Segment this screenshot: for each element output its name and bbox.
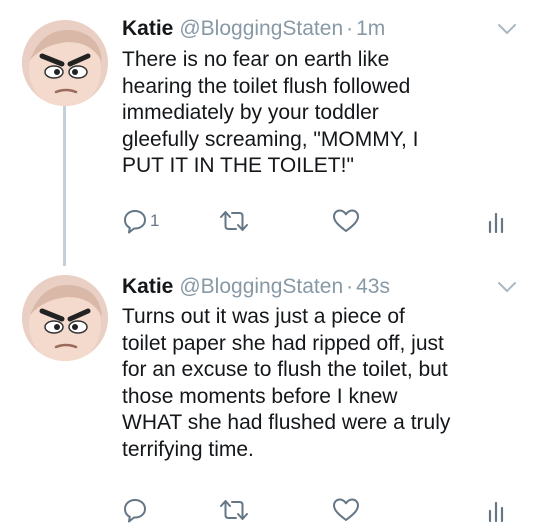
- tweet[interactable]: Katie @BloggingStaten · 1m There is no fear…: [0, 0, 540, 260]
- reply-count: 1: [150, 211, 160, 230]
- avatar[interactable]: [22, 20, 108, 106]
- analytics-button[interactable]: [486, 206, 508, 236]
- analytics-icon: [488, 501, 504, 523]
- author-name[interactable]: Katie: [122, 275, 173, 298]
- timestamp[interactable]: 1m: [356, 17, 385, 40]
- like-button[interactable]: [332, 206, 360, 236]
- avatar-image: [22, 275, 108, 361]
- tweet[interactable]: Katie @BloggingStaten · 43s Turns out it wa…: [0, 260, 540, 532]
- retweet-button[interactable]: [218, 495, 250, 525]
- author-handle[interactable]: @BloggingStaten: [179, 275, 343, 298]
- like-icon: [333, 209, 359, 232]
- reply-button[interactable]: 1: [122, 206, 159, 236]
- avatar-image: [22, 20, 108, 106]
- tweet-text: Turns out it was just a piece of toilet …: [122, 305, 451, 461]
- tweet-text: There is no fear on earth like hearing t…: [122, 48, 419, 177]
- analytics-button[interactable]: [486, 495, 508, 525]
- reply-button[interactable]: [122, 495, 150, 525]
- reply-icon: [124, 210, 146, 234]
- tweet-actions: [122, 495, 522, 525]
- retweet-icon: [220, 500, 248, 520]
- retweet-icon: [220, 211, 248, 231]
- separator-dot: ·: [346, 17, 354, 40]
- retweet-button[interactable]: [218, 206, 250, 236]
- reply-icon: [124, 499, 146, 523]
- timestamp[interactable]: 43s: [356, 275, 390, 298]
- chevron-down-icon[interactable]: [496, 22, 518, 36]
- tweet-actions: 1: [122, 206, 522, 236]
- chevron-down-icon[interactable]: [496, 280, 518, 294]
- author-handle[interactable]: @BloggingStaten: [179, 17, 343, 40]
- separator-dot: ·: [346, 275, 354, 298]
- like-icon: [333, 498, 359, 521]
- like-button[interactable]: [332, 495, 360, 525]
- analytics-icon: [488, 212, 504, 234]
- author-name[interactable]: Katie: [122, 17, 173, 40]
- avatar[interactable]: [22, 275, 108, 361]
